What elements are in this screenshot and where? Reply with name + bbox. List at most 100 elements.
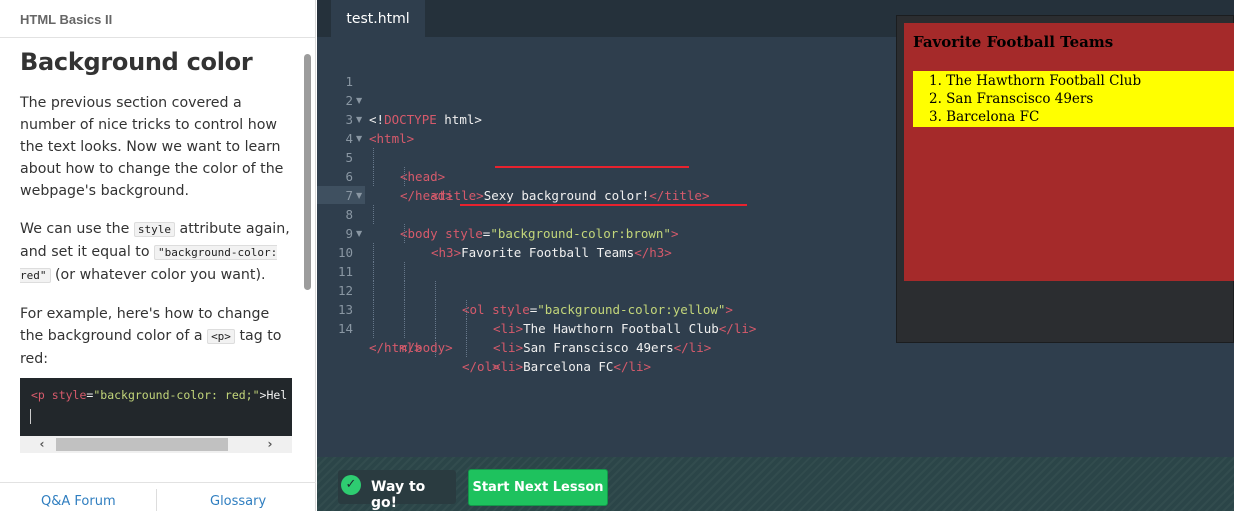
lesson-vertical-scrollbar[interactable] — [304, 54, 311, 290]
tag-text: Sexy background color! — [483, 188, 650, 203]
output-preview-window[interactable]: Favorite Football Teams 1. The Hawthorn … — [896, 15, 1234, 343]
snippet-tag-open: <p — [31, 388, 45, 402]
tag-text: San Franscisco 49ers — [523, 340, 674, 355]
tag-close: </li> — [718, 321, 757, 336]
code-line-2[interactable]: 2 ▼ <html> — [317, 72, 414, 146]
indent-guide — [373, 262, 374, 281]
tag-open: <li> — [493, 321, 524, 336]
fold-arrow-icon[interactable]: ▼ — [356, 224, 362, 243]
course-title: HTML Basics II — [0, 0, 315, 38]
success-message: ✓ Way to go! — [338, 470, 456, 511]
lesson-paragraph-1: The previous section covered a number of… — [20, 95, 284, 199]
footer-divider — [156, 489, 157, 511]
snippet-rest: >Hel — [259, 388, 288, 402]
code-text: </ol> — [462, 359, 500, 374]
indent-guide — [404, 167, 405, 186]
tab-test-html[interactable]: test.html — [331, 0, 425, 37]
snippet-cursor — [30, 409, 31, 424]
scrollbar-thumb[interactable] — [56, 438, 228, 451]
attr-value: "background-color:brown" — [490, 226, 671, 241]
lesson-footer: Q&A Forum Glossary — [0, 482, 316, 511]
tag-open: <body — [400, 226, 438, 241]
preview-list-item: 1. The Hawthorn Football Club — [929, 73, 1142, 89]
lesson-content: Background color The previous section co… — [20, 48, 296, 370]
indent-guide — [404, 281, 405, 300]
inline-code-style: style — [133, 222, 175, 237]
attr-value: "background-color:yellow" — [537, 302, 726, 317]
glossary-link[interactable]: Glossary — [210, 494, 266, 509]
tag-end: > — [725, 302, 733, 317]
tag-close: </li> — [673, 340, 712, 355]
tag-text: The Hawthorn Football Club — [523, 321, 719, 336]
code-line-10[interactable]: 10 <li>San Franscisco 49ers</li> — [317, 224, 711, 355]
fold-arrow-icon[interactable]: ▼ — [356, 110, 362, 129]
checkmark-icon: ✓ — [341, 475, 361, 495]
code-line-8[interactable]: 8 ▼ <ol style="background-color:yellow"> — [317, 186, 732, 317]
preview-page-body: Favorite Football Teams 1. The Hawthorn … — [904, 23, 1234, 281]
code-text: <html> — [369, 131, 415, 146]
tag-text: Favorite Football Teams — [461, 245, 635, 260]
code-text: <!DOCTYPE html> — [369, 110, 482, 129]
tag-close: </title> — [649, 188, 710, 203]
code-line-12[interactable]: 12 </ol> — [317, 262, 500, 374]
start-next-lesson-button[interactable]: Start Next Lesson — [468, 469, 608, 506]
indent-guide — [373, 167, 374, 186]
code-text: <ol style="background-color:yellow"> — [462, 300, 733, 319]
tag-close: </li> — [613, 359, 652, 374]
tag-open: <li> — [493, 340, 524, 355]
indent-guide — [435, 319, 436, 338]
fold-arrow-icon[interactable]: ▼ — [356, 186, 362, 205]
lesson-status-bar: ✓ Way to go! Start Next Lesson — [317, 457, 1234, 511]
preview-list-item: 2. San Franscisco 49ers — [929, 91, 1094, 107]
indent-guide — [466, 338, 467, 357]
tag-close: </h3> — [634, 245, 672, 260]
code-text: <li>The Hawthorn Football Club</li> — [493, 319, 756, 338]
doctype-close: html> — [436, 112, 482, 127]
lesson-paragraph-2: We can use the style attribute again, an… — [20, 218, 296, 287]
snippet-horizontal-scrollbar[interactable]: ‹ › — [20, 436, 292, 453]
indent-guide — [373, 243, 374, 262]
example-code-snippet[interactable]: <p style="background-color: red;">Hel — [20, 378, 292, 436]
scroll-right-arrow-icon[interactable]: › — [260, 436, 280, 453]
code-line-3[interactable]: 3 ▼ <head> — [317, 91, 445, 184]
indent-guide — [373, 281, 374, 300]
code-text: </html> — [369, 340, 422, 355]
scroll-left-arrow-icon[interactable]: ‹ — [32, 436, 52, 453]
tag-open: <h3> — [431, 245, 462, 260]
doctype-keyword: DOCTYPE — [384, 112, 437, 127]
doctype-open: <! — [369, 112, 385, 127]
code-text: <title>Sexy background color!</title> — [431, 186, 709, 205]
line-number: 14 — [337, 321, 353, 336]
preview-heading: Favorite Football Teams — [913, 33, 1114, 51]
code-line-14[interactable]: 14 </html> — [317, 300, 422, 355]
indent-guide — [466, 319, 467, 338]
code-line-7[interactable]: 7 <h3>Favorite Football Teams</h3> — [317, 167, 671, 260]
code-line-13[interactable]: 13 </body> — [317, 281, 453, 355]
code-line-4[interactable]: 4 <title>Sexy background color!</title> — [317, 110, 709, 203]
para2-text-a: We can use the — [20, 221, 134, 237]
annotation-underline-body-style — [495, 166, 689, 168]
preview-ordered-list: 1. The Hawthorn Football Club 2. San Fra… — [913, 71, 1234, 127]
fold-arrow-icon[interactable]: ▼ — [356, 129, 362, 148]
code-line-1[interactable]: 1 ▼ <!DOCTYPE html> — [317, 53, 481, 127]
indent-guide — [373, 205, 374, 224]
qa-forum-link[interactable]: Q&A Forum — [41, 494, 116, 509]
tag-end: > — [670, 226, 679, 241]
code-text: <h3>Favorite Football Teams</h3> — [431, 243, 672, 262]
annotation-underline-ol-style — [460, 204, 747, 206]
code-text: <body style="background-color:brown"> — [400, 224, 678, 243]
success-label: Way to go! — [371, 479, 426, 511]
code-line-5[interactable]: 5 </head> — [317, 129, 452, 203]
indent-guide — [435, 300, 436, 319]
code-line-6[interactable]: 6 ▼ <body style="background-color:brown"… — [317, 148, 678, 241]
tag-text: Barcelona FC — [523, 359, 614, 374]
code-line-9[interactable]: 9 <li>The Hawthorn Football Club</li> — [317, 205, 756, 336]
indent-guide — [404, 319, 405, 338]
lesson-panel: HTML Basics II Background color The prev… — [0, 0, 316, 511]
inline-code-p-tag: <p> — [207, 329, 235, 344]
indent-guide — [373, 319, 374, 338]
fold-arrow-icon[interactable]: ▼ — [356, 91, 362, 110]
code-line-11[interactable]: 11 <li>Barcelona FC</li> — [317, 243, 651, 374]
indent-guide — [404, 262, 405, 281]
indent-guide — [373, 300, 374, 319]
